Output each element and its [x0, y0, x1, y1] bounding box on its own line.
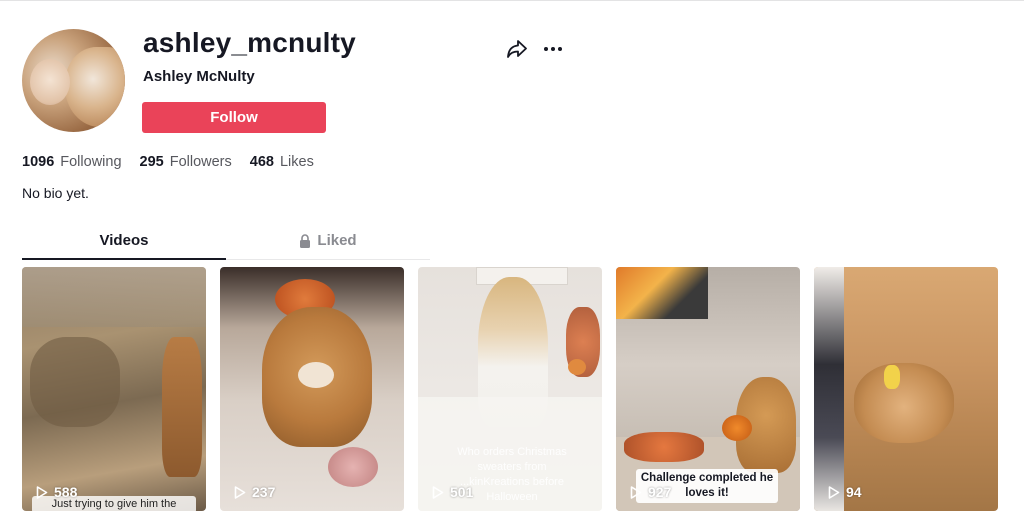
profile-stats: 1096 Following 295 Followers 468 Likes: [22, 154, 314, 170]
play-count-value: 237: [252, 484, 276, 500]
thumbnail-toy: [884, 365, 900, 389]
username: ashley_mcnulty: [143, 27, 356, 58]
follow-button[interactable]: Follow: [142, 102, 326, 133]
play-count-value: 501: [450, 484, 474, 500]
play-count: 94: [828, 484, 862, 500]
play-icon: [630, 485, 642, 499]
stat-likes-count: 468: [249, 154, 274, 170]
play-icon: [36, 485, 48, 499]
play-count-value: 927: [648, 484, 672, 500]
stat-following[interactable]: 1096 Following: [22, 154, 122, 170]
thumbnail-toys: [624, 432, 704, 462]
tab-liked[interactable]: Liked: [226, 230, 430, 252]
thumbnail-background: [814, 267, 844, 511]
avatar[interactable]: [22, 29, 125, 132]
stat-likes-label: Likes: [279, 154, 314, 170]
thumbnail-pumpkin: [568, 359, 586, 375]
play-icon: [828, 485, 840, 499]
stat-following-count: 1096: [22, 154, 55, 170]
thumbnail-dog: [162, 337, 202, 477]
profile-tabs: Videos Liked: [22, 230, 430, 260]
thumbnail-pumpkin-toy: [722, 415, 752, 441]
stat-following-label: Following: [60, 154, 122, 170]
lock-icon: [300, 234, 311, 248]
thumbnail-tv: [616, 267, 708, 319]
tab-liked-label: Liked: [317, 232, 357, 249]
play-count: 588: [36, 484, 77, 500]
avatar-dog: [65, 47, 125, 127]
play-count-value: 588: [54, 484, 78, 500]
play-count: 927: [630, 484, 671, 500]
stat-followers-label: Followers: [169, 154, 232, 170]
play-count-value: 94: [846, 484, 862, 500]
play-count: 501: [432, 484, 473, 500]
thumbnail-sky: [22, 267, 206, 327]
play-icon: [234, 485, 246, 499]
video-thumbnail[interactable]: Just trying to give him the 588: [22, 267, 206, 511]
more-options-icon[interactable]: [542, 40, 564, 58]
stat-followers-count: 295: [139, 154, 164, 170]
video-thumbnail[interactable]: 94: [814, 267, 998, 511]
video-thumbnail[interactable]: 237: [220, 267, 404, 511]
tab-videos[interactable]: Videos: [22, 230, 226, 260]
thumbnail-sticker: [328, 447, 378, 487]
thumbnail-brush: [30, 337, 120, 427]
play-icon: [432, 485, 444, 499]
share-icon[interactable]: [506, 39, 528, 59]
thumbnail-dog-muzzle: [298, 362, 334, 388]
avatar-face: [30, 59, 70, 105]
display-name: Ashley McNulty: [143, 68, 255, 85]
video-thumbnail[interactable]: Who orders Christmas sweaters from ...ki…: [418, 267, 602, 511]
top-divider: [0, 0, 1024, 1]
stat-likes: 468 Likes: [250, 154, 314, 170]
video-thumbnail[interactable]: Challenge completed he loves it! 927: [616, 267, 800, 511]
play-count: 237: [234, 484, 275, 500]
stat-followers[interactable]: 295 Followers: [140, 154, 232, 170]
bio: No bio yet.: [22, 185, 89, 201]
thumbnail-dog-face: [854, 363, 954, 443]
